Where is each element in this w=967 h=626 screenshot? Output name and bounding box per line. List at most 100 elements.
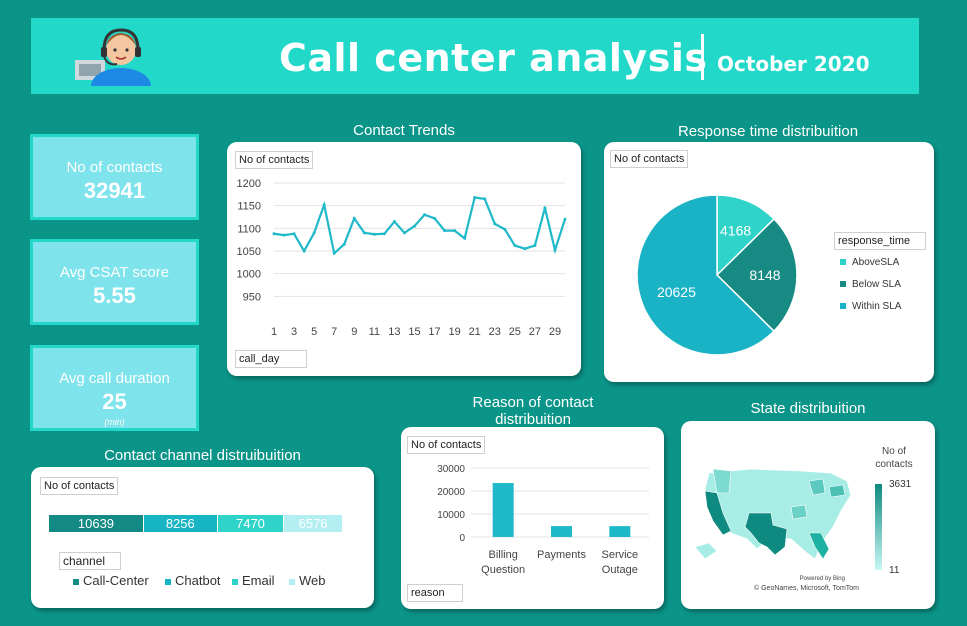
line-point [483, 197, 487, 201]
contact-trends-chart: 950100010501100115012001 3 5 7 9 11 13 15 17 19 21… [237, 178, 567, 338]
channel-card: No of contacts 10639 8256 7470 6576 channel… [31, 467, 374, 608]
us-map[interactable] [691, 451, 861, 571]
legend-item-chatbot: Chatbot [165, 573, 221, 588]
map-powered-by: Powered by Bing [799, 576, 845, 582]
x-tick-label: 9 [351, 326, 357, 338]
line-point [523, 247, 527, 251]
x-tick-label: Billing [488, 549, 517, 561]
x-tick-label: 17 [428, 326, 440, 338]
kpi-label: Avg CSAT score [59, 264, 170, 281]
line-point [473, 196, 477, 200]
kpi-value: 5.55 [93, 283, 136, 308]
axis-field-button[interactable]: reason [407, 584, 463, 602]
line-point [322, 203, 326, 207]
legend-label: Email [242, 573, 275, 588]
line-point [312, 231, 316, 235]
line-point [493, 222, 497, 226]
legend-field-button[interactable]: channel [59, 552, 121, 570]
kpi-value: 32941 [83, 178, 146, 203]
channel-bar-segment[interactable]: 10639 [49, 515, 143, 532]
reason-card: No of contacts 0 10000 20000 30000 Billing Qu… [401, 427, 664, 609]
channel-stacked-bar: 10639 8256 7470 6576 [49, 515, 343, 532]
axis-field-button[interactable]: call_day [235, 350, 307, 368]
line-point [362, 231, 366, 235]
legend-label: Within SLA [852, 301, 902, 312]
state-alaska [694, 542, 718, 560]
call-center-agent-icon [75, 28, 151, 86]
kpi-unit: (min) [104, 417, 125, 427]
legend-swatch [289, 578, 295, 585]
map-credits: © GeoNames, Microsoft, TomTom [754, 585, 859, 592]
line-point [402, 231, 406, 235]
line-point [453, 229, 457, 233]
x-tick-label: 13 [388, 326, 400, 338]
response-time-title: Response time distribuition [677, 123, 859, 140]
line-point [563, 217, 567, 221]
y-tick-label: 0 [459, 533, 465, 544]
channel-title: Contact channel distruibuition [104, 447, 301, 464]
y-tick-label: 1150 [237, 201, 261, 213]
legend-field-button[interactable]: response_time [834, 232, 926, 250]
kpi-contacts-card: No of contacts 32941 [30, 134, 199, 220]
legend-label: Call-Center [83, 573, 149, 588]
line-point [503, 227, 507, 231]
x-tick-label: 5 [311, 326, 317, 338]
y-tick-label: 1100 [237, 223, 261, 235]
line-point [553, 248, 557, 252]
response-time-card: No of contacts 4168 8148 20625 response_ti… [604, 142, 934, 382]
pie-data-label: 8148 [749, 267, 780, 283]
state-illinois [790, 504, 808, 520]
channel-bar-segment[interactable]: 8256 [143, 515, 217, 532]
x-tick-label: Payments [537, 549, 586, 561]
y-tick-label: 1000 [237, 269, 261, 281]
x-tick-label: Outage [602, 564, 638, 576]
legend-swatch [840, 259, 846, 266]
x-tick-label: 11 [369, 326, 380, 338]
x-tick-label: 21 [469, 326, 481, 338]
channel-bar-segment[interactable]: 6576 [284, 515, 342, 532]
kpi-label: No of contacts [66, 159, 163, 176]
y-tick-label: 1050 [237, 246, 261, 258]
legend-item-email: Email [232, 573, 275, 588]
y-tick-label: 1200 [237, 178, 261, 190]
legend-item-below-sla: Below SLA [840, 279, 901, 290]
line-point [423, 213, 427, 217]
x-tick-label: 7 [331, 326, 337, 338]
state-card: No of contacts 3631 11 Powered by Bing ©… [681, 421, 935, 609]
pie-data-label: 4168 [720, 223, 751, 239]
legend-label: Web [299, 573, 326, 588]
line-point [543, 206, 547, 210]
x-tick-label: Service [601, 549, 638, 561]
legend-item-within-sla: Within SLA [840, 301, 901, 312]
reason-title: Reason of contact distribuition [472, 394, 594, 428]
state-title: State distribuition [750, 400, 866, 417]
channel-bar-segment[interactable]: 7470 [217, 515, 284, 532]
map-legend-title: No of contacts [875, 446, 913, 470]
line-point [433, 216, 437, 220]
state-new-york [828, 484, 846, 498]
kpi-label: Avg call duration [59, 370, 170, 387]
kpi-value: 25 [102, 389, 127, 414]
kpi-duration-card: Avg call duration 25 (min) [30, 345, 199, 431]
line-point [412, 224, 416, 228]
line-point [513, 244, 517, 248]
line-point [302, 249, 306, 253]
bar[interactable] [551, 526, 572, 537]
line-point [282, 233, 286, 237]
x-tick-label: 1 [271, 326, 277, 338]
value-field-button[interactable]: No of contacts [40, 477, 119, 495]
x-tick-label: 19 [448, 326, 460, 338]
line-point [272, 232, 276, 236]
bar[interactable] [492, 483, 514, 537]
legend-swatch [73, 578, 79, 585]
legend-label: Chatbot [175, 573, 221, 588]
line-point [382, 232, 386, 236]
bar[interactable] [609, 526, 631, 537]
map-legend-gradient [875, 484, 882, 570]
kpi-csat-card: Avg CSAT score 5.55 [30, 239, 199, 325]
line-point [352, 216, 356, 220]
page-title: Call center analysis [279, 36, 708, 80]
line-point [332, 251, 336, 255]
x-tick-label: Question [481, 564, 525, 576]
contact-trends-title: Contact Trends [353, 122, 455, 139]
